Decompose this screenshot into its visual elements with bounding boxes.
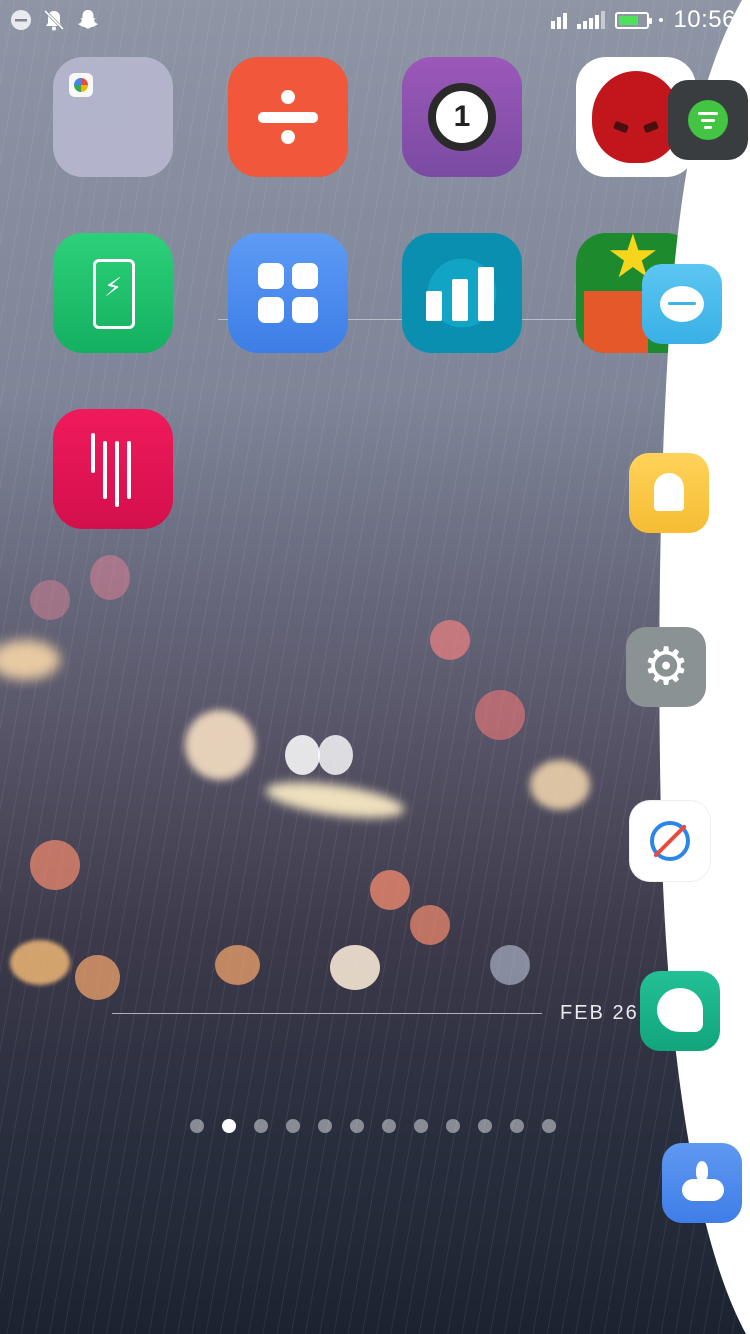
- settings-app[interactable]: ⚙: [626, 627, 706, 707]
- wave-line: [115, 441, 119, 507]
- calculator-app[interactable]: [228, 57, 348, 177]
- bokeh-light: [10, 940, 70, 985]
- grid-square: [258, 297, 284, 323]
- page-dot[interactable]: [254, 1119, 268, 1133]
- chart-bar: [452, 279, 468, 321]
- bokeh-light: [410, 905, 450, 945]
- bar-chart-icon: [426, 291, 442, 321]
- bolt-icon: ⚡: [104, 273, 123, 303]
- filter-line: [701, 119, 715, 122]
- bokeh-light: [370, 870, 410, 910]
- page-dot[interactable]: [542, 1119, 556, 1133]
- chart-bar: [478, 267, 494, 321]
- wave-line: [127, 441, 131, 499]
- page-dot-active[interactable]: [222, 1119, 236, 1133]
- battery-app[interactable]: ⚡: [53, 233, 173, 353]
- bokeh-light: [530, 760, 590, 810]
- divide-bar: [258, 112, 318, 123]
- one-password-app[interactable]: 1: [402, 57, 522, 177]
- weather-app[interactable]: [662, 1143, 742, 1223]
- divide-dot: [281, 130, 295, 144]
- ghost-icon: [654, 473, 684, 511]
- bokeh-light: [185, 710, 255, 780]
- antutu-rabbit-icon: [592, 71, 680, 163]
- signal-2-icon: [577, 11, 606, 29]
- page-dot[interactable]: [318, 1119, 332, 1133]
- snapchat-ghost-icon: [78, 10, 98, 29]
- filter-line: [704, 126, 712, 129]
- page-dot[interactable]: [414, 1119, 428, 1133]
- one-circle-icon: 1: [428, 83, 496, 151]
- page-dot[interactable]: [382, 1119, 396, 1133]
- status-separator: [659, 18, 664, 22]
- grid-square: [292, 263, 318, 289]
- status-time: 10:56: [673, 6, 736, 33]
- page-indicator[interactable]: [190, 1119, 556, 1133]
- filter-line: [698, 112, 718, 115]
- rabbit-eye: [613, 120, 629, 134]
- chat-app[interactable]: [642, 264, 722, 344]
- bokeh-light: [285, 735, 320, 775]
- bokeh-light: [30, 840, 80, 890]
- status-left-icons: [10, 8, 100, 32]
- browser-app[interactable]: [630, 801, 710, 881]
- bokeh-light: [90, 555, 130, 600]
- page-dot[interactable]: [190, 1119, 204, 1133]
- bokeh-light: [75, 955, 120, 1000]
- app-store-app[interactable]: [228, 233, 348, 353]
- rabbit-eye: [643, 120, 659, 134]
- grid-squares-icon: [258, 263, 284, 289]
- grid-square: [292, 297, 318, 323]
- bokeh-light: [490, 945, 530, 985]
- notifications-off-icon: [43, 9, 65, 31]
- page-dot[interactable]: [446, 1119, 460, 1133]
- bokeh-light: [215, 945, 260, 985]
- sound-wave-icon: [91, 433, 95, 473]
- bokeh-light: [330, 945, 380, 990]
- wave-line: [103, 441, 107, 499]
- audio-app[interactable]: [53, 409, 173, 529]
- page-dot[interactable]: [350, 1119, 364, 1133]
- cloud-shape: [682, 1179, 724, 1201]
- ghost-notes-app[interactable]: [629, 453, 709, 533]
- bokeh-light: [30, 580, 70, 620]
- gear-icon: ⚙: [642, 637, 690, 697]
- battery-icon: [615, 11, 653, 29]
- bokeh-light: [430, 620, 470, 660]
- page-dot[interactable]: [510, 1119, 524, 1133]
- folder-mini-icon: [69, 73, 93, 97]
- page-dot[interactable]: [478, 1119, 492, 1133]
- status-bar: 10:56: [0, 0, 750, 42]
- date-label: FEB 26: [560, 1002, 639, 1024]
- stats-app[interactable]: [402, 233, 522, 353]
- signal-1-icon: [551, 11, 568, 29]
- date-divider: [112, 1013, 542, 1014]
- battery-level: [619, 15, 639, 25]
- minus-circle-icon: [11, 10, 31, 30]
- page-dot[interactable]: [286, 1119, 300, 1133]
- chat-bubble-icon: [660, 286, 704, 322]
- gift-box: [584, 291, 648, 353]
- cloud-drop-icon: [696, 1161, 708, 1181]
- status-right-icons: 10:56: [551, 6, 736, 34]
- app-folder[interactable]: [53, 57, 173, 177]
- filter-app[interactable]: [668, 80, 748, 160]
- divide-icon: [281, 90, 295, 104]
- bokeh-light: [475, 690, 525, 740]
- messages-app[interactable]: [640, 971, 720, 1051]
- bokeh-light: [318, 735, 353, 775]
- message-bubble-icon: [657, 988, 703, 1032]
